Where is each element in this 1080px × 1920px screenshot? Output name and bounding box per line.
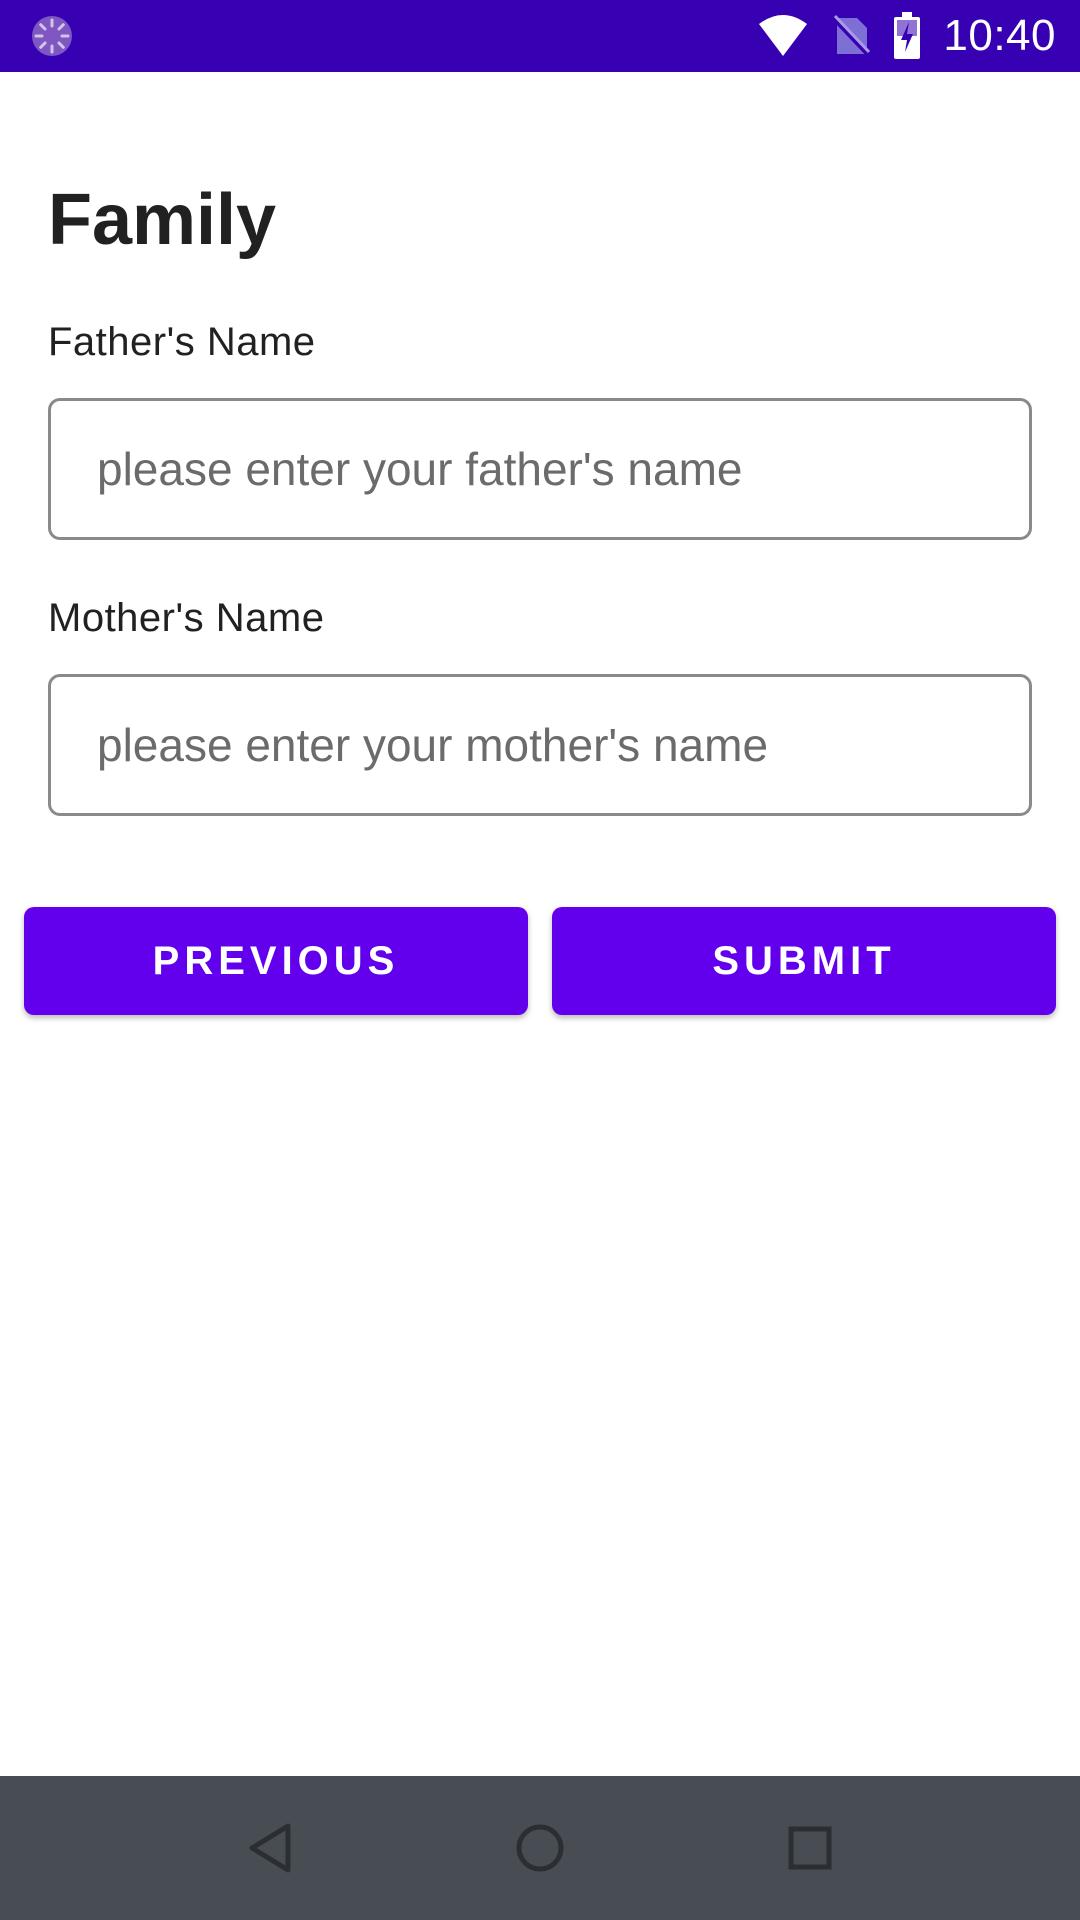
page-title: Family xyxy=(48,180,277,260)
status-icons: 10:40 xyxy=(757,0,1056,72)
app-screen: 10:40 Family Father's Name Mother's Name… xyxy=(0,0,1080,1920)
no-sim-icon xyxy=(831,14,871,58)
wifi-icon xyxy=(757,14,809,58)
mother-name-input[interactable] xyxy=(48,674,1032,816)
submit-button[interactable]: SUBMIT xyxy=(552,907,1056,1015)
status-bar: 10:40 xyxy=(0,0,1080,72)
previous-button[interactable]: PREVIOUS xyxy=(24,907,528,1015)
battery-charging-icon xyxy=(893,12,921,60)
loading-spinner-icon xyxy=(30,14,74,58)
status-time: 10:40 xyxy=(943,11,1056,60)
father-name-input[interactable] xyxy=(48,398,1032,540)
home-icon[interactable] xyxy=(504,1812,576,1884)
mother-name-label: Mother's Name xyxy=(48,596,325,640)
navigation-bar xyxy=(0,1776,1080,1920)
back-icon[interactable] xyxy=(234,1812,306,1884)
father-name-label: Father's Name xyxy=(48,320,316,364)
recents-icon[interactable] xyxy=(774,1812,846,1884)
